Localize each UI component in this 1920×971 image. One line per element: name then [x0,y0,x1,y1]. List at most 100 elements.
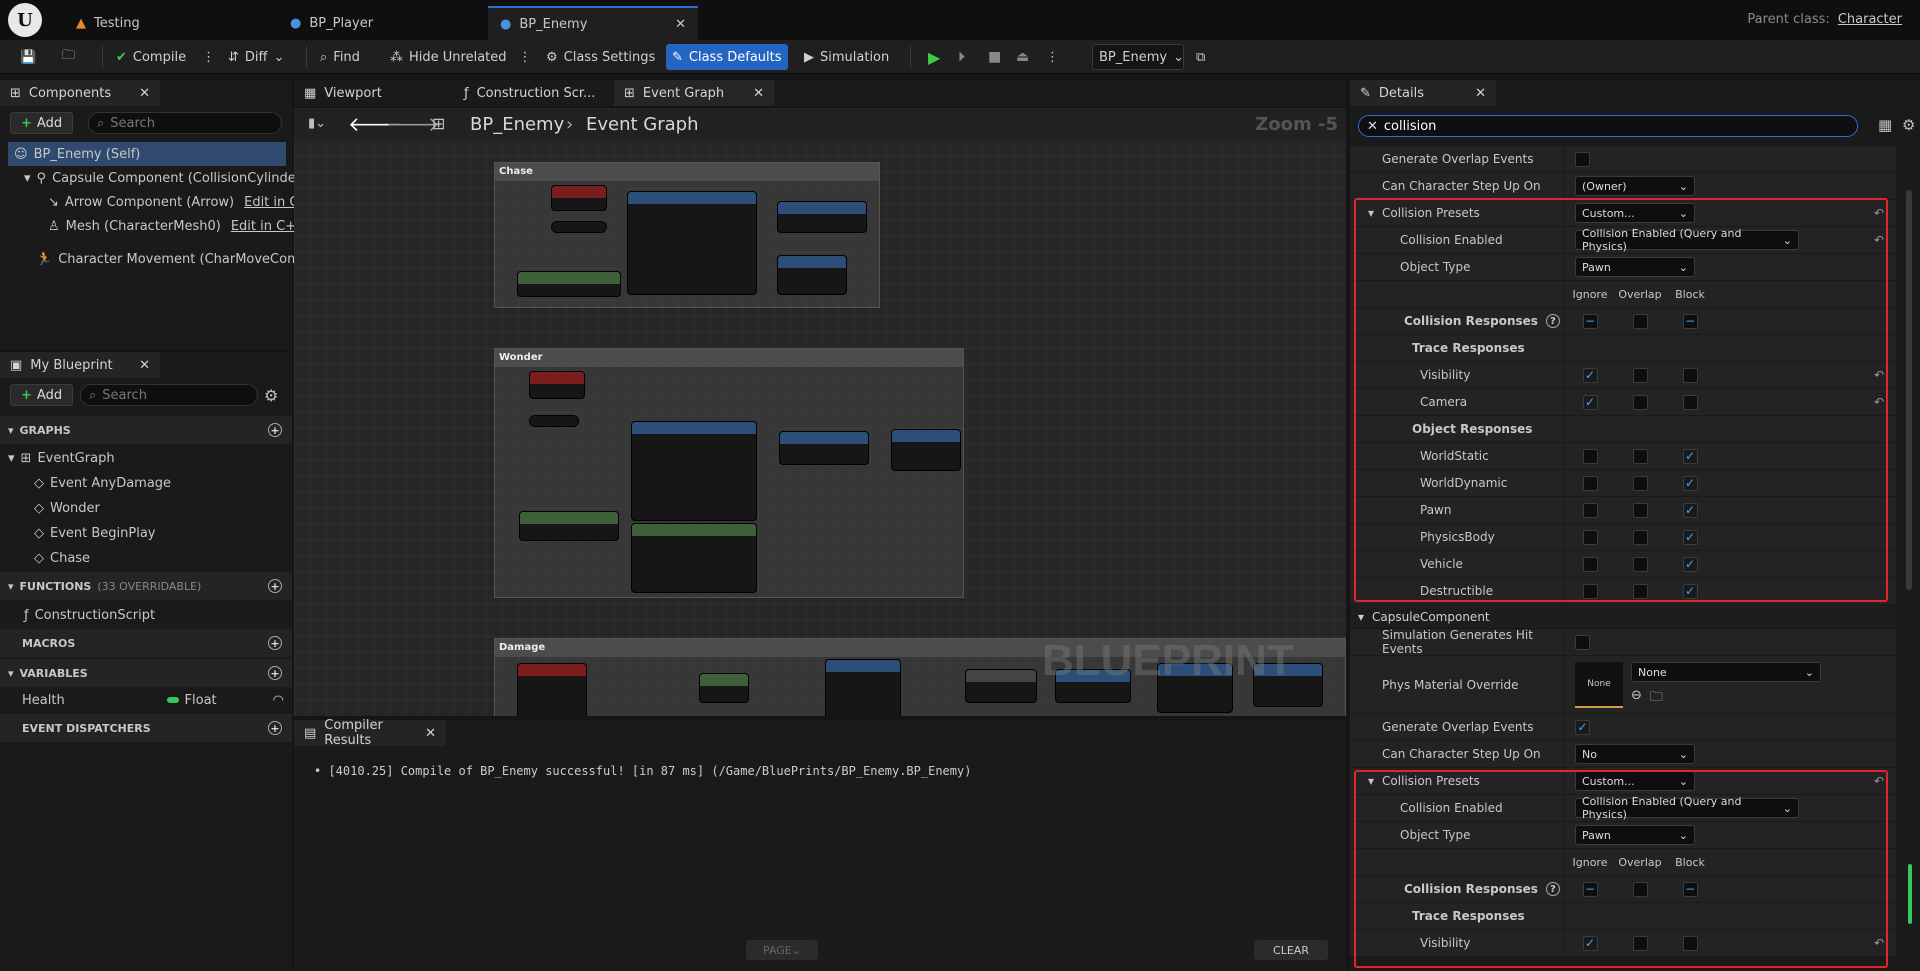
overlap-checkbox[interactable] [1632,935,1648,951]
block-checkbox[interactable]: ✓ [1682,529,1698,545]
graph-node[interactable] [519,511,619,541]
overlap-checkbox[interactable] [1632,394,1648,410]
save-icon[interactable]: 💾 [14,44,42,70]
checkbox[interactable] [1575,634,1590,650]
tab-event-graph[interactable]: ⊞ Event Graph ✕ [614,80,774,106]
diff-button[interactable]: ⇵ Diff ⌄ [222,44,290,70]
hide-unrelated-button[interactable]: ⁂ Hide Unrelated ⋮ [384,44,538,70]
visibility-icon[interactable]: ◠ [273,693,284,708]
variable-item[interactable]: Health Float ◠ [22,688,284,712]
step-up-select[interactable]: (Owner) ⌄ [1575,176,1695,196]
tab-testing[interactable]: ▲ Testing [64,6,152,40]
variables-section[interactable]: ▾ VARIABLES + [0,659,292,687]
block-all-checkbox[interactable]: − [1682,881,1698,897]
breadcrumb-blueprint[interactable]: BP_Enemy [470,114,564,135]
more-options-icon[interactable]: ⋮ [519,50,532,65]
phys-material-select[interactable]: None ⌄ [1631,662,1821,682]
graph-node[interactable] [551,221,607,233]
graph-node[interactable] [517,663,587,716]
event-item[interactable]: ◇ Wonder [34,496,100,520]
parent-class-link[interactable]: Character [1838,12,1902,27]
add-icon[interactable]: + [268,721,282,735]
overlap-checkbox[interactable] [1632,502,1648,518]
close-icon[interactable]: ✕ [139,86,150,101]
collision-enabled-select[interactable]: Collision Enabled (Query and Physics) ⌄ [1575,227,1799,253]
reset-icon[interactable]: ↶ [1874,206,1896,220]
debug-filter-icon[interactable]: ⧉ [1190,44,1211,70]
collapse-icon[interactable]: ▾ [1368,206,1374,220]
component-movement[interactable]: 🏃 Character Movement (CharMoveComp) [36,247,313,271]
step-up-select[interactable]: No ⌄ [1575,744,1695,764]
graph-node[interactable] [699,673,749,703]
add-icon[interactable]: + [268,423,282,437]
component-self[interactable]: ☺ BP_Enemy (Self) [8,142,286,166]
ignore-checkbox[interactable]: ✓ [1582,935,1598,951]
collision-presets-select[interactable]: Custom... ⌄ [1575,771,1695,791]
graph-node[interactable] [529,371,585,399]
block-checkbox[interactable] [1682,367,1698,383]
ignore-checkbox[interactable]: ✓ [1582,394,1598,410]
overlap-checkbox[interactable] [1632,448,1648,464]
close-icon[interactable]: ✕ [1475,86,1486,101]
more-options-icon[interactable]: ⋮ [202,50,215,65]
page-selector[interactable]: PAGE ⌄ [746,940,818,960]
graph-node[interactable] [631,523,757,593]
ignore-all-checkbox[interactable]: − [1582,881,1598,897]
block-checkbox[interactable]: ✓ [1682,502,1698,518]
tab-construction-script[interactable]: ƒ Construction Scr... [454,80,614,106]
gear-icon[interactable]: ⚙ [264,386,278,405]
scrollbar-thumb[interactable] [1906,190,1912,590]
close-icon[interactable]: ✕ [675,17,686,32]
graphs-section[interactable]: ▾ GRAPHS + [0,416,292,444]
play-icon[interactable]: ▶ [922,44,946,70]
tab-viewport[interactable]: ▦ Viewport [294,80,454,106]
overlap-checkbox[interactable] [1632,475,1648,491]
debug-object-select[interactable]: BP_Enemy ⌄ [1092,44,1184,70]
help-icon[interactable]: ? [1545,882,1560,896]
overlap-checkbox[interactable] [1632,529,1648,545]
event-item[interactable]: ◇ Event AnyDamage [34,471,171,495]
comment-box[interactable]: Wonder [494,348,964,598]
ignore-checkbox[interactable] [1582,556,1598,572]
components-search-input[interactable]: ⌕ Search [88,112,282,134]
reset-icon[interactable]: ↶ [1874,395,1896,409]
tab-details[interactable]: ✎ Details ✕ [1350,80,1496,106]
event-graph-canvas[interactable]: ▮⌄ 🡐 🡒 ⊞ BP_Enemy › Event Graph Zoom -5 … [294,108,1346,716]
tab-bp-enemy[interactable]: ● BP_Enemy ✕ [488,6,698,40]
ignore-checkbox[interactable] [1582,448,1598,464]
ignore-checkbox[interactable] [1582,502,1598,518]
graph-node[interactable] [825,659,901,716]
graph-node[interactable] [777,201,867,233]
reset-icon[interactable]: ↶ [1874,233,1896,247]
use-selected-icon[interactable]: ⊖ [1631,688,1642,710]
add-icon[interactable]: + [268,636,282,650]
tab-my-blueprint[interactable]: ▣ My Blueprint ✕ [0,352,160,378]
close-icon[interactable]: ✕ [425,726,436,741]
stop-icon[interactable]: ■ [982,44,1007,70]
material-thumbnail[interactable]: None [1575,662,1623,708]
overlap-checkbox[interactable] [1632,367,1648,383]
capsule-component-category[interactable]: ▾ CapsuleComponent [1350,605,1896,629]
ignore-checkbox[interactable] [1582,475,1598,491]
event-item[interactable]: ◇ Event BeginPlay [34,521,156,545]
step-icon[interactable]: ⏵ [952,44,971,70]
add-component-button[interactable]: + Add [10,112,74,134]
tab-bp-player[interactable]: ● BP_Player [278,6,385,40]
component-capsule[interactable]: ▾ ⚲ Capsule Component (CollisionCylinder… [24,166,306,190]
compile-button[interactable]: ✔ Compile ⋮ [110,44,221,70]
add-member-button[interactable]: + Add [10,384,74,406]
clear-button[interactable]: CLEAR [1254,940,1328,960]
collision-presets-select[interactable]: Custom... ⌄ [1575,203,1695,223]
checkbox[interactable] [1575,151,1590,167]
collapse-icon[interactable]: ▾ [1368,774,1374,788]
add-icon[interactable]: + [268,579,282,593]
tab-compiler-results[interactable]: ▤ Compiler Results ✕ [294,718,446,748]
macros-section[interactable]: MACROS + [0,629,292,657]
checkbox[interactable]: ✓ [1575,719,1590,735]
graph-node[interactable] [631,421,757,521]
graph-node[interactable] [891,429,961,471]
my-blueprint-search-input[interactable]: ⌕ Search [80,384,258,406]
close-icon[interactable]: ✕ [753,86,764,101]
help-icon[interactable]: ? [1545,314,1560,328]
find-button[interactable]: ⌕ Find [314,44,366,70]
